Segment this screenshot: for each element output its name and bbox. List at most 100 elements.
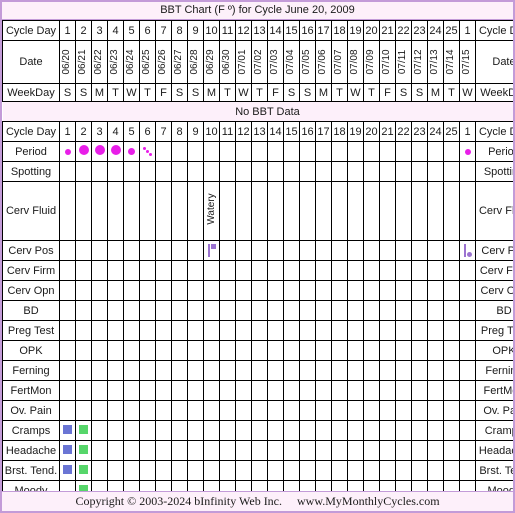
cell-spotting-25[interactable]: [443, 161, 460, 182]
cell-cerv-opn-13[interactable]: [251, 280, 268, 301]
cycle-day-header-top-21[interactable]: 21: [379, 20, 396, 41]
cell-brst-tend-8[interactable]: [171, 460, 188, 481]
cell-cerv-opn-11[interactable]: [219, 280, 236, 301]
cell-cerv-firm-6[interactable]: [139, 260, 156, 281]
cell-cerv-pos-3[interactable]: [91, 240, 108, 261]
cell-bd-12[interactable]: [235, 300, 252, 321]
cell-ov-pain-25[interactable]: [443, 400, 460, 421]
cell-headache-2[interactable]: [75, 440, 92, 461]
cell-brst-tend-19[interactable]: [347, 460, 364, 481]
cell-period-25[interactable]: [443, 141, 460, 162]
cell-cramps-14[interactable]: [267, 420, 284, 441]
cell-spotting-20[interactable]: [363, 161, 380, 182]
cell-cramps-26[interactable]: [459, 420, 476, 441]
cycle-day-header-top-23[interactable]: 23: [411, 20, 428, 41]
cell-cerv-opn-1[interactable]: [59, 280, 76, 301]
cell-brst-tend-11[interactable]: [219, 460, 236, 481]
cell-spotting-7[interactable]: [155, 161, 172, 182]
cell-headache-15[interactable]: [283, 440, 300, 461]
cell-headache-6[interactable]: [139, 440, 156, 461]
cell-preg-test-2[interactable]: [75, 320, 92, 341]
cell-headache-25[interactable]: [443, 440, 460, 461]
cell-opk-17[interactable]: [315, 340, 332, 361]
cell-bd-18[interactable]: [331, 300, 348, 321]
cell-ferning-26[interactable]: [459, 360, 476, 381]
cell-opk-15[interactable]: [283, 340, 300, 361]
cell-cerv-pos-23[interactable]: [411, 240, 428, 261]
cycle-day-header-top-14[interactable]: 14: [267, 20, 284, 41]
cell-spotting-11[interactable]: [219, 161, 236, 182]
cell-fertmon-23[interactable]: [411, 380, 428, 401]
cell-cerv-opn-18[interactable]: [331, 280, 348, 301]
cell-ferning-6[interactable]: [139, 360, 156, 381]
cell-bd-15[interactable]: [283, 300, 300, 321]
cell-headache-16[interactable]: [299, 440, 316, 461]
cell-brst-tend-1[interactable]: [59, 460, 76, 481]
cell-cerv-opn-14[interactable]: [267, 280, 284, 301]
cell-headache-10[interactable]: [203, 440, 220, 461]
cell-spotting-26[interactable]: [459, 161, 476, 182]
cell-spotting-4[interactable]: [107, 161, 124, 182]
cell-spotting-16[interactable]: [299, 161, 316, 182]
cell-cerv-fluid-12[interactable]: [235, 181, 252, 241]
cycle-day-header-mid-3[interactable]: 3: [91, 121, 108, 142]
cell-bd-5[interactable]: [123, 300, 140, 321]
cell-cerv-pos-12[interactable]: [235, 240, 252, 261]
cycle-day-header-mid-4[interactable]: 4: [107, 121, 124, 142]
cell-cerv-opn-26[interactable]: [459, 280, 476, 301]
cell-period-7[interactable]: [155, 141, 172, 162]
cell-brst-tend-3[interactable]: [91, 460, 108, 481]
cell-headache-8[interactable]: [171, 440, 188, 461]
cell-cerv-fluid-15[interactable]: [283, 181, 300, 241]
cell-bd-25[interactable]: [443, 300, 460, 321]
cell-cerv-fluid-19[interactable]: [347, 181, 364, 241]
cell-fertmon-14[interactable]: [267, 380, 284, 401]
cycle-day-header-mid-2[interactable]: 2: [75, 121, 92, 142]
cell-brst-tend-15[interactable]: [283, 460, 300, 481]
cell-brst-tend-5[interactable]: [123, 460, 140, 481]
cell-cerv-pos-18[interactable]: [331, 240, 348, 261]
cell-spotting-19[interactable]: [347, 161, 364, 182]
cell-period-1[interactable]: [59, 141, 76, 162]
cycle-day-header-top-11[interactable]: 11: [219, 20, 236, 41]
cell-opk-8[interactable]: [171, 340, 188, 361]
cell-opk-13[interactable]: [251, 340, 268, 361]
cell-ov-pain-11[interactable]: [219, 400, 236, 421]
cell-ferning-7[interactable]: [155, 360, 172, 381]
cell-period-9[interactable]: [187, 141, 204, 162]
cycle-day-header-top-24[interactable]: 24: [427, 20, 444, 41]
cell-ov-pain-15[interactable]: [283, 400, 300, 421]
cell-ov-pain-7[interactable]: [155, 400, 172, 421]
cell-cerv-firm-7[interactable]: [155, 260, 172, 281]
cell-headache-12[interactable]: [235, 440, 252, 461]
cell-ov-pain-17[interactable]: [315, 400, 332, 421]
cell-fertmon-21[interactable]: [379, 380, 396, 401]
cell-cerv-opn-5[interactable]: [123, 280, 140, 301]
cell-ferning-22[interactable]: [395, 360, 412, 381]
cycle-day-header-mid-5[interactable]: 5: [123, 121, 140, 142]
cycle-day-header-top-13[interactable]: 13: [251, 20, 268, 41]
cell-cerv-firm-14[interactable]: [267, 260, 284, 281]
cell-period-18[interactable]: [331, 141, 348, 162]
cell-bd-17[interactable]: [315, 300, 332, 321]
cell-cerv-opn-8[interactable]: [171, 280, 188, 301]
cell-fertmon-10[interactable]: [203, 380, 220, 401]
cell-cerv-pos-2[interactable]: [75, 240, 92, 261]
cell-brst-tend-13[interactable]: [251, 460, 268, 481]
cell-fertmon-4[interactable]: [107, 380, 124, 401]
cycle-day-header-mid-21[interactable]: 21: [379, 121, 396, 142]
cell-period-20[interactable]: [363, 141, 380, 162]
cell-cerv-firm-9[interactable]: [187, 260, 204, 281]
cell-ferning-12[interactable]: [235, 360, 252, 381]
cell-cerv-fluid-5[interactable]: [123, 181, 140, 241]
cell-cerv-pos-24[interactable]: [427, 240, 444, 261]
cycle-day-header-mid-17[interactable]: 17: [315, 121, 332, 142]
cell-opk-19[interactable]: [347, 340, 364, 361]
cell-cerv-firm-16[interactable]: [299, 260, 316, 281]
cell-cerv-firm-15[interactable]: [283, 260, 300, 281]
cell-fertmon-16[interactable]: [299, 380, 316, 401]
cycle-day-header-top-7[interactable]: 7: [155, 20, 172, 41]
cell-preg-test-3[interactable]: [91, 320, 108, 341]
cell-ferning-1[interactable]: [59, 360, 76, 381]
cell-bd-20[interactable]: [363, 300, 380, 321]
